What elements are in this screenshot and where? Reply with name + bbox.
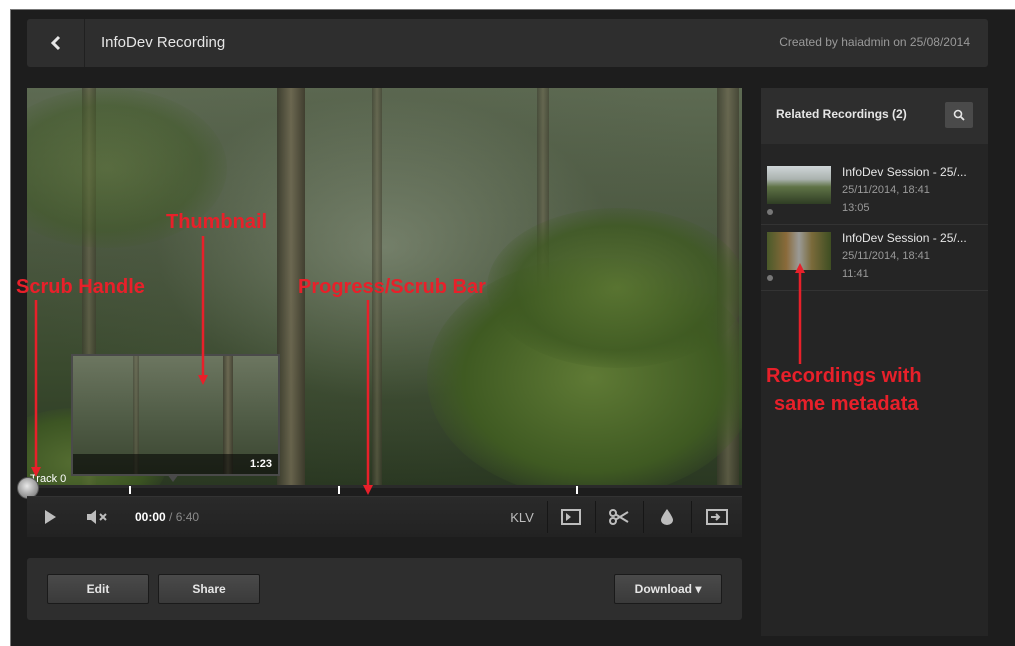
- recording-title: InfoDev Session - 25/...: [842, 231, 967, 245]
- duration-time: / 6:40: [165, 510, 200, 524]
- fullscreen-button[interactable]: [699, 497, 735, 537]
- color-button[interactable]: [649, 497, 685, 537]
- status-dot: [767, 209, 773, 215]
- action-panel: Edit Share Download ▾: [27, 558, 742, 620]
- chapter-marker: [338, 486, 340, 494]
- expand-icon: [706, 509, 728, 525]
- related-recordings-title: Related Recordings (2): [776, 107, 907, 121]
- share-button[interactable]: Share: [158, 574, 260, 604]
- recording-title: InfoDev Session - 25/...: [842, 165, 967, 179]
- play-button[interactable]: [37, 497, 63, 537]
- annotation-recordings-line2: same metadata: [774, 393, 919, 415]
- recording-date: 25/11/2014, 18:41: [842, 250, 930, 262]
- chapter-marker: [576, 486, 578, 494]
- search-icon: [953, 109, 965, 121]
- recording-duration: 13:05: [842, 202, 870, 214]
- subtitle-icon: [561, 509, 581, 525]
- scrub-thumbnail: 1:23: [71, 354, 280, 476]
- related-recordings-panel: Related Recordings (2) InfoDev Session -…: [761, 88, 988, 636]
- thumbnail-time: 1:23: [249, 458, 272, 470]
- page-title: InfoDev Recording: [101, 34, 226, 51]
- status-dot: [767, 275, 773, 281]
- download-button[interactable]: Download ▾: [614, 574, 722, 604]
- annotation-scrub-handle: Scrub Handle: [16, 276, 145, 298]
- thumbnail-pointer: [167, 474, 179, 482]
- progress-scrub-bar[interactable]: [27, 485, 742, 488]
- chevron-left-icon: [50, 35, 60, 51]
- annotation-progress-bar: Progress/Scrub Bar: [298, 276, 486, 298]
- edit-button[interactable]: Edit: [47, 574, 149, 604]
- recording-thumbnail: [767, 166, 831, 204]
- mute-button[interactable]: [83, 497, 113, 537]
- player-controls: 00:00 / 6:40 KLV: [27, 496, 742, 537]
- related-recording-item[interactable]: InfoDev Session - 25/... 25/11/2014, 18:…: [761, 158, 988, 225]
- back-button[interactable]: [27, 19, 85, 67]
- subtitle-button[interactable]: [553, 497, 589, 537]
- volume-muted-icon: [87, 510, 107, 524]
- scissors-icon: [609, 509, 629, 525]
- recording-date: 25/11/2014, 18:41: [842, 184, 930, 196]
- time-display: 00:00 / 6:40: [135, 510, 199, 524]
- current-time: 00:00: [135, 510, 166, 524]
- droplet-icon: [661, 509, 673, 525]
- annotation-thumbnail: Thumbnail: [166, 211, 268, 233]
- search-button[interactable]: [945, 102, 973, 128]
- related-recording-item[interactable]: InfoDev Session - 25/... 25/11/2014, 18:…: [761, 224, 988, 291]
- header-bar: InfoDev Recording Created by haiadmin on…: [27, 19, 988, 67]
- annotation-recordings-line1: Recordings with: [766, 365, 922, 387]
- recording-duration: 11:41: [842, 268, 869, 280]
- play-icon: [45, 510, 56, 524]
- klv-button[interactable]: KLV: [504, 497, 540, 537]
- chapter-marker: [129, 486, 131, 494]
- recording-thumbnail: [767, 232, 831, 270]
- clip-button[interactable]: [601, 497, 637, 537]
- created-info: Created by haiadmin on 25/08/2014: [779, 35, 970, 49]
- thumbnail-time-bar: [73, 454, 278, 474]
- related-recordings-header: Related Recordings (2): [761, 88, 988, 144]
